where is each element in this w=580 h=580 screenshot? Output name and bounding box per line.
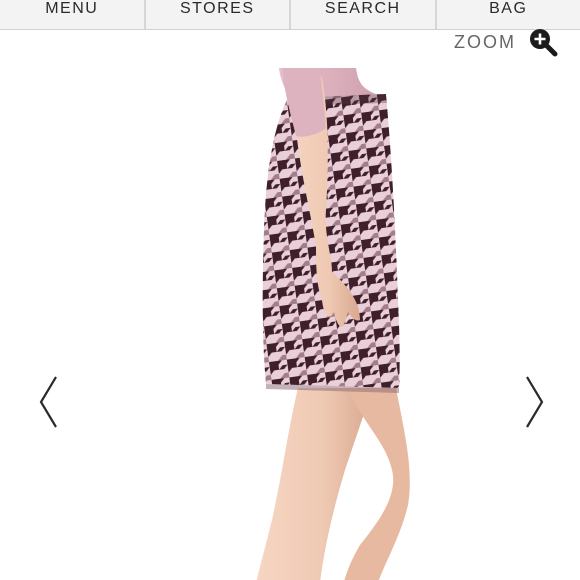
previous-image-button[interactable] — [36, 374, 60, 430]
menu-button[interactable]: MENU — [0, 0, 146, 29]
zoom-in-icon — [530, 29, 558, 57]
search-button[interactable]: SEARCH — [291, 0, 437, 29]
stores-button[interactable]: STORES — [146, 0, 291, 29]
top-navigation: MENU STORES SEARCH BAG — [0, 0, 580, 30]
product-photo — [256, 68, 410, 580]
zoom-button[interactable]: ZOOM — [454, 28, 558, 57]
product-image-area — [0, 30, 580, 580]
chevron-left-icon — [39, 376, 57, 428]
zoom-label: ZOOM — [454, 31, 516, 52]
next-image-button[interactable] — [523, 374, 547, 430]
bag-button[interactable]: BAG — [437, 0, 580, 29]
chevron-right-icon — [526, 376, 544, 428]
